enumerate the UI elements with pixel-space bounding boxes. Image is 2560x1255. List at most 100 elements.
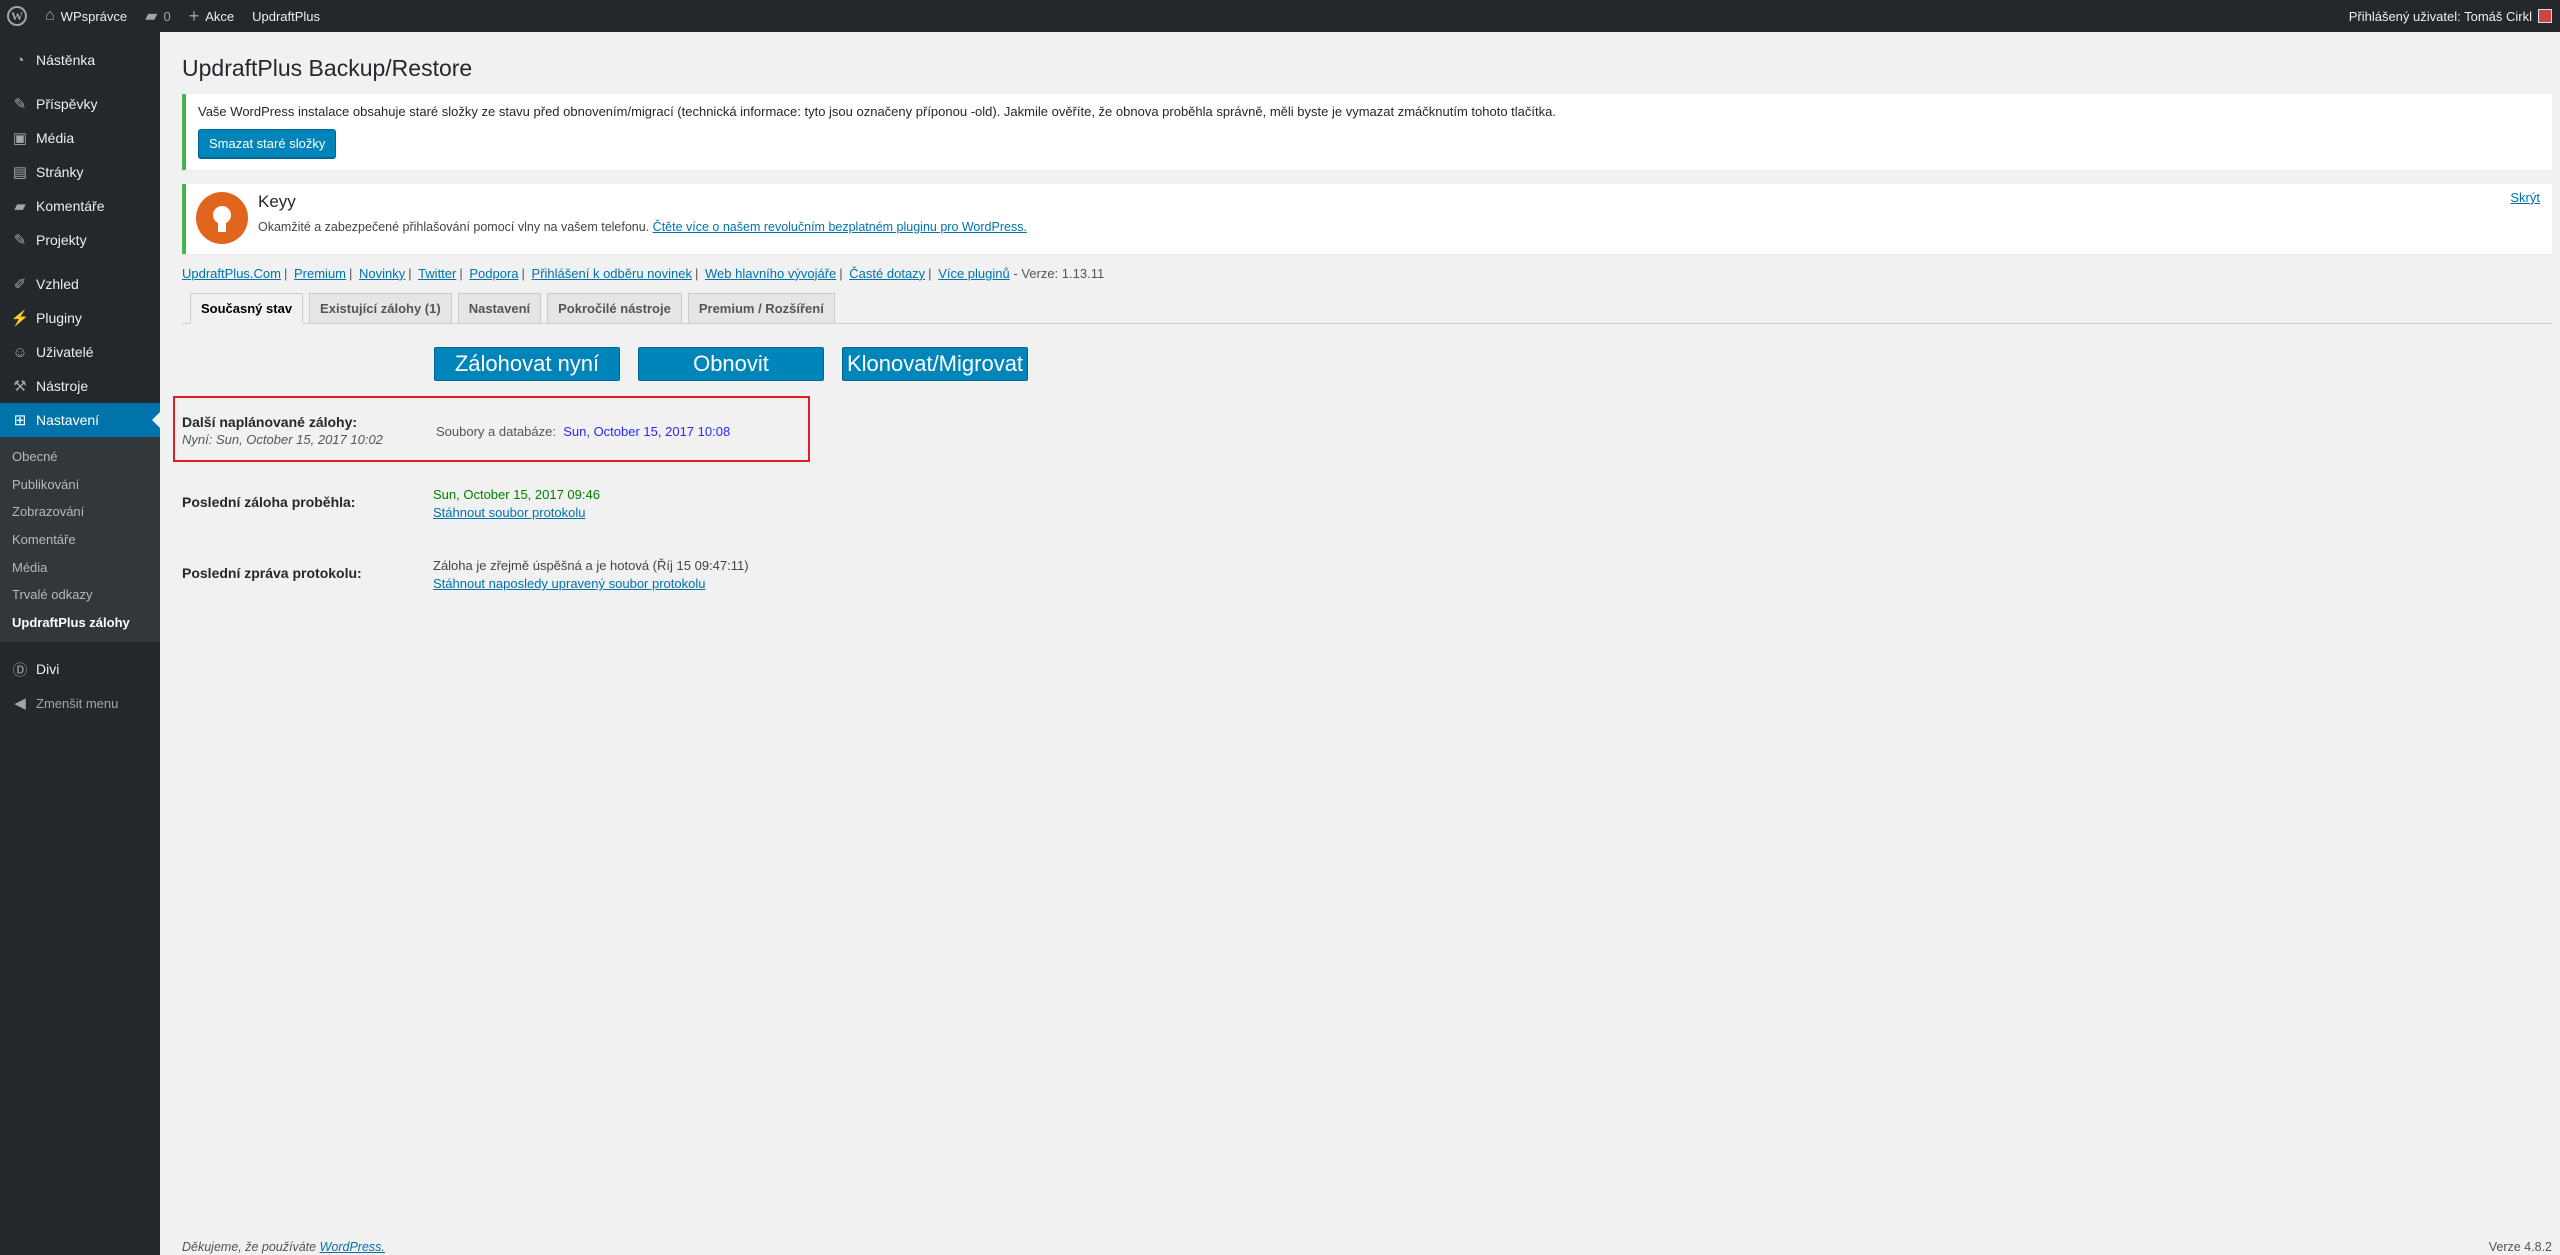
- media-icon: ▣: [12, 130, 28, 147]
- keyy-read-more-link[interactable]: Čtěte více o našem revolučním bezplatném…: [653, 220, 1027, 234]
- download-latest-log-link[interactable]: Stáhnout naposledy upravený soubor proto…: [433, 576, 1133, 591]
- last-log-row: Poslední zpráva protokolu: Záloha je zře…: [182, 558, 749, 591]
- link-news[interactable]: Novinky: [359, 266, 405, 281]
- sidebar-item-pages[interactable]: ▤ Stránky: [0, 155, 160, 189]
- backup-actions: Zálohovat nyní Obnovit Klonovat/Migrovat: [434, 347, 1046, 381]
- link-more-plugins[interactable]: Více pluginů: [938, 266, 1010, 281]
- last-log-text: Záloha je zřejmě úspěšná a je hotová (Ří…: [433, 558, 749, 573]
- sidebar-item-comments[interactable]: ▰ Komentáře: [0, 189, 160, 223]
- sidebar-item-projects[interactable]: ✎ Projekty: [0, 223, 160, 257]
- files-db-label: Soubory a databáze:: [436, 424, 556, 439]
- keyy-logo-icon: [196, 191, 248, 244]
- updraftplus-menu[interactable]: UpdraftPlus: [243, 0, 329, 32]
- sidebar-item-dashboard[interactable]: ◔ Nástěnka: [0, 43, 160, 77]
- user-greeting: Přihlášený uživatel: Tomáš Cirkl: [2348, 8, 2532, 24]
- home-icon: ⌂: [45, 7, 55, 24]
- link-updraftplus-com[interactable]: UpdraftPlus.Com: [182, 266, 281, 281]
- comments-icon: ▰: [14, 198, 26, 215]
- clone-migrate-button[interactable]: Klonovat/Migrovat: [842, 347, 1028, 381]
- link-support[interactable]: Podpora: [469, 266, 518, 281]
- sidebar-item-label: Stránky: [36, 164, 84, 180]
- plugin-links: UpdraftPlus.Com | Premium | Novinky | Twitt…: [182, 265, 1105, 281]
- backup-now-button[interactable]: Zálohovat nyní: [434, 347, 620, 381]
- avatar: [2538, 9, 2552, 23]
- pages-icon: ▤: [12, 164, 28, 181]
- tab-settings[interactable]: Nastavení: [457, 292, 542, 324]
- new-content-link[interactable]: + Akce: [180, 0, 243, 32]
- submenu-item-media[interactable]: Média: [0, 553, 160, 581]
- pin-icon: ✎: [13, 96, 27, 113]
- page-title: UpdraftPlus Backup/Restore: [182, 55, 473, 81]
- files-db-value: Sun, October 15, 2017 10:08: [563, 424, 731, 439]
- sidebar-item-label: Komentáře: [36, 198, 105, 214]
- users-icon: ☺: [12, 343, 28, 361]
- link-faq[interactable]: Časté dotazy: [849, 266, 925, 281]
- sidebar-item-settings[interactable]: ⊞ Nastavení: [0, 403, 160, 437]
- sidebar-item-label: Příspěvky: [36, 96, 98, 112]
- sidebar-item-media[interactable]: ▣ Média: [0, 121, 160, 155]
- plus-icon: +: [188, 5, 200, 26]
- sidebar-item-label: Nástroje: [36, 378, 89, 394]
- submenu-item-writing[interactable]: Publikování: [0, 471, 160, 499]
- footer-wordpress-link[interactable]: WordPress.: [320, 1240, 385, 1254]
- plugin-icon: ⚡: [10, 310, 30, 327]
- pin-icon: ✎: [13, 232, 27, 249]
- site-name-link[interactable]: ⌂ WPsprávce: [36, 0, 136, 32]
- sidebar-item-posts[interactable]: ✎ Příspěvky: [0, 87, 160, 121]
- submenu-item-permalinks[interactable]: Trvalé odkazy: [0, 581, 160, 609]
- link-twitter[interactable]: Twitter: [418, 266, 456, 281]
- my-account-menu[interactable]: Přihlášený uživatel: Tomáš Cirkl: [2349, 0, 2560, 32]
- collapse-menu-label: Zmenšit menu: [36, 695, 119, 711]
- tab-premium-extensions[interactable]: Premium / Rozšíření: [687, 292, 835, 324]
- sidebar-item-label: Divi: [36, 661, 60, 678]
- sidebar-item-label: Nástěnka: [36, 52, 96, 68]
- tab-current-status[interactable]: Současný stav: [190, 292, 304, 324]
- keyy-text: Okamžité a zabezpečené přihlašování pomo…: [258, 219, 650, 234]
- admin-bar: W ⌂ WPsprávce ▰ 0 + Akce UpdraftPlus Při…: [0, 0, 2560, 32]
- sidebar-item-label: Uživatelé: [36, 344, 94, 360]
- sidebar-item-plugins[interactable]: ⚡ Pluginy: [0, 301, 160, 335]
- footer-thanks-text: Děkujeme, že používáte: [182, 1240, 317, 1254]
- tab-advanced-tools[interactable]: Pokročilé nástroje: [547, 292, 682, 324]
- scheduled-label: Další naplánované zálohy:: [182, 414, 358, 430]
- sidebar-item-users[interactable]: ☺ Uživatelé: [0, 335, 160, 369]
- site-name: WPsprávce: [60, 8, 128, 24]
- sidebar-item-label: Vzhled: [36, 276, 79, 292]
- link-lead-developer[interactable]: Web hlavního vývojáře: [705, 266, 836, 281]
- link-newsletter[interactable]: Přihlášení k odběru novinek: [532, 266, 692, 281]
- sidebar-item-label: Nastavení: [36, 412, 100, 428]
- sidebar-item-label: Projekty: [36, 232, 87, 248]
- sidebar-item-tools[interactable]: ⚒ Nástroje: [0, 369, 160, 403]
- admin-sidebar: ◔ Nástěnka ✎ Příspěvky ▣ Média ▤ Stránky…: [0, 32, 160, 1255]
- restore-button[interactable]: Obnovit: [638, 347, 824, 381]
- updraftplus-label: UpdraftPlus: [252, 8, 321, 24]
- tab-bar: Současný stav Existující zálohy (1) Nast…: [182, 292, 2552, 324]
- wordpress-logo-icon: W: [7, 6, 27, 26]
- comment-bubble-icon: ▰: [145, 8, 158, 25]
- tab-existing-backups[interactable]: Existující zálohy (1): [309, 292, 452, 324]
- submenu-item-discussion[interactable]: Komentáře: [0, 526, 160, 554]
- settings-submenu: Obecné Publikování Zobrazování Komentáře…: [0, 437, 160, 643]
- scheduled-now: Nyní: Sun, October 15, 2017 10:02: [182, 432, 383, 447]
- submenu-item-reading[interactable]: Zobrazování: [0, 498, 160, 526]
- last-backup-date: Sun, October 15, 2017 09:46: [433, 487, 600, 502]
- link-premium[interactable]: Premium: [294, 266, 346, 281]
- sidebar-item-divi[interactable]: Ⓓ Divi: [0, 652, 160, 686]
- comments-link[interactable]: ▰ 0: [136, 0, 180, 32]
- wp-logo-menu[interactable]: W: [0, 0, 36, 32]
- delete-old-folders-button[interactable]: Smazat staré složky: [198, 128, 337, 158]
- scheduled-backups-row: Další naplánované zálohy: Nyní: Sun, Oct…: [182, 414, 730, 447]
- last-log-label: Poslední zpráva protokolu:: [182, 565, 362, 581]
- sidebar-item-appearance[interactable]: ✐ Vzhled: [0, 267, 160, 301]
- submenu-item-general[interactable]: Obecné: [0, 443, 160, 471]
- download-log-link[interactable]: Stáhnout soubor protokolu: [433, 505, 1133, 520]
- last-backup-value: Sun, October 15, 2017 09:46 Stáhnout sou…: [433, 487, 1133, 520]
- collapse-menu-button[interactable]: ◀ Zmenšit menu: [0, 686, 160, 720]
- dismiss-link[interactable]: Skrýt: [2510, 190, 2540, 205]
- sidebar-item-label: Média: [36, 130, 75, 146]
- collapse-arrow-icon: ◀: [14, 695, 26, 713]
- old-folders-text: Vaše WordPress instalace obsahuje staré …: [198, 103, 1556, 119]
- last-backup-label: Poslední záloha proběhla:: [182, 494, 356, 510]
- wrench-icon: ⚒: [13, 378, 27, 395]
- submenu-item-updraftplus[interactable]: UpdraftPlus zálohy: [0, 609, 160, 637]
